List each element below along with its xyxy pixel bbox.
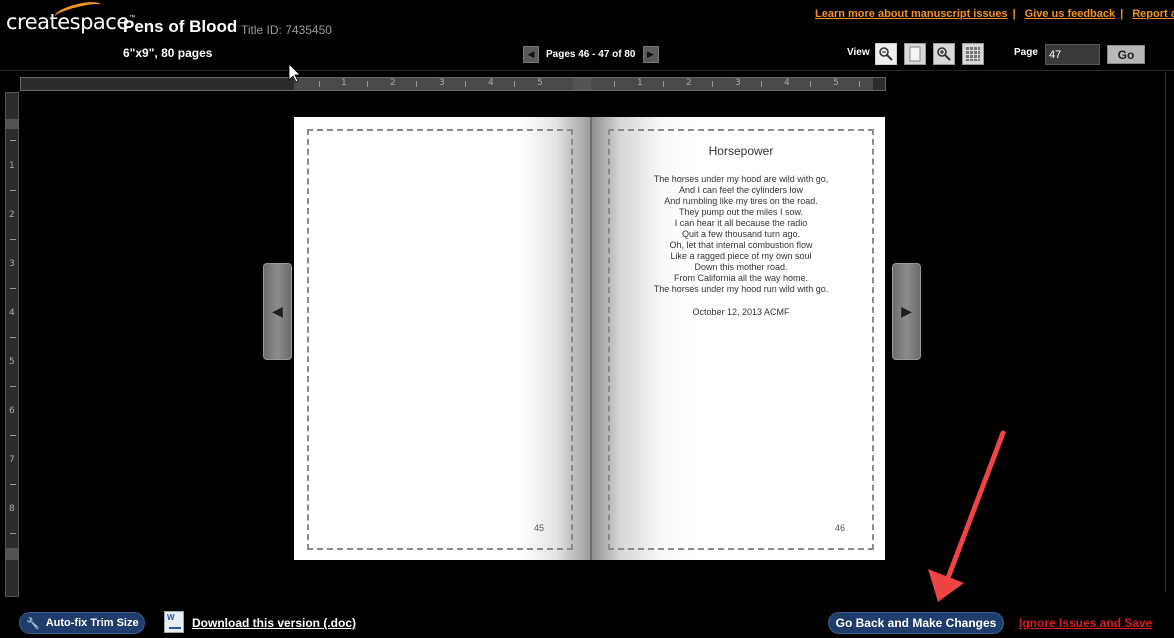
zoom-in-icon bbox=[937, 47, 951, 61]
poem-line: From California all the way home. bbox=[673, 273, 809, 283]
wrench-icon: 🔧 bbox=[26, 617, 40, 630]
ruler-v-num: 6 bbox=[9, 406, 15, 416]
download-doc-link[interactable]: Download this version (.doc) bbox=[192, 616, 356, 630]
ruler-v-num: 4 bbox=[9, 308, 15, 318]
book-title: Pens of Blood bbox=[123, 17, 238, 36]
ruler-h-num: 1 bbox=[637, 78, 643, 88]
go-button[interactable]: Go bbox=[1107, 45, 1145, 64]
ruler-v-num: 3 bbox=[9, 259, 15, 269]
prev-spread-button[interactable]: ◀ bbox=[523, 45, 539, 63]
ruler-h-num: 3 bbox=[439, 78, 445, 88]
ruler-h-num: 1 bbox=[341, 78, 347, 88]
poem-line: They pump out the miles I sow. bbox=[678, 207, 804, 217]
trim-info: 6"x9", 80 pages bbox=[123, 46, 213, 60]
poem-line: I can hear it all because the radio bbox=[674, 218, 808, 228]
right-page-number: 46 bbox=[835, 523, 846, 533]
top-links: Learn more about manuscript issues | Give … bbox=[815, 8, 1174, 20]
word-doc-icon: W bbox=[164, 611, 184, 633]
auto-fix-trim-button[interactable]: 🔧 Auto-fix Trim Size bbox=[19, 612, 145, 634]
poem-line: Oh, let that internal combustion flow bbox=[669, 240, 813, 250]
page-navigator: ◀ Pages 46 - 47 of 80 ▶ bbox=[523, 45, 659, 63]
report-link[interactable]: Report a bbox=[1132, 8, 1174, 20]
triangle-right-icon: ▶ bbox=[901, 303, 912, 319]
zoom-in-button[interactable] bbox=[933, 43, 955, 65]
ruler-h-num: 2 bbox=[390, 78, 396, 88]
poem-title: Horsepower bbox=[708, 144, 774, 158]
prev-page-flip-button[interactable]: ◀ bbox=[263, 263, 292, 360]
ruler-v-num: 7 bbox=[9, 455, 15, 465]
page-label: Page bbox=[1014, 47, 1038, 58]
ruler-v-num: 2 bbox=[9, 210, 15, 220]
auto-fix-label: Auto-fix Trim Size bbox=[45, 617, 139, 629]
ruler-h-num: 4 bbox=[784, 78, 790, 88]
go-back-button[interactable]: Go Back and Make Changes bbox=[828, 612, 1004, 634]
ruler-margin-right bbox=[873, 78, 885, 90]
ruler-v-num: 8 bbox=[9, 504, 15, 514]
ruler-v-num: 1 bbox=[9, 161, 15, 171]
poem-line: Down this mother road. bbox=[694, 262, 788, 272]
poem-date: October 12, 2013 ACMF bbox=[692, 307, 790, 317]
view-label: View bbox=[847, 47, 870, 58]
single-page-icon bbox=[909, 46, 921, 62]
left-page-margin-guide bbox=[307, 129, 573, 550]
ruler-margin-left bbox=[21, 78, 294, 90]
pager-text: Pages 46 - 47 of 80 bbox=[546, 48, 636, 60]
next-spread-button[interactable]: ▶ bbox=[642, 45, 659, 63]
vertical-ruler: 1 2 3 4 5 6 7 8 bbox=[5, 92, 19, 597]
side-panel-edge bbox=[1165, 72, 1174, 592]
ruler-v-num: 5 bbox=[9, 357, 15, 367]
triangle-left-icon: ◀ bbox=[272, 303, 283, 319]
ruler-gutter bbox=[573, 78, 591, 90]
left-page-number: 45 bbox=[534, 523, 545, 533]
chevron-left-icon: ◀ bbox=[527, 48, 535, 59]
header-divider bbox=[0, 70, 1174, 71]
ruler-h-num: 5 bbox=[833, 78, 839, 88]
poem-body: The horses under my hood are wild with g… bbox=[610, 174, 872, 295]
zoom-fit-icon bbox=[879, 47, 893, 61]
horizontal-ruler: 1 2 3 4 5 1 2 3 4 5 bbox=[20, 77, 886, 91]
page-number-input[interactable] bbox=[1045, 44, 1100, 65]
next-page-flip-button[interactable]: ▶ bbox=[892, 263, 921, 360]
poem-line: And rumbling like my tires on the road. bbox=[664, 196, 818, 206]
feedback-link[interactable]: Give us feedback bbox=[1025, 8, 1116, 20]
poem-line: The horses under my hood are wild with g… bbox=[653, 174, 829, 184]
single-page-button[interactable] bbox=[904, 43, 926, 65]
book-gutter bbox=[590, 117, 592, 560]
title-id: Title ID: 7435450 bbox=[241, 23, 332, 37]
ruler-h-num: 3 bbox=[735, 78, 741, 88]
poem-line: Like a ragged piece of my own soul bbox=[670, 251, 812, 261]
ruler-h-num: 4 bbox=[488, 78, 494, 88]
ruler-h-num: 2 bbox=[686, 78, 692, 88]
ruler-h-num: 5 bbox=[537, 78, 543, 88]
grid-view-icon bbox=[966, 47, 980, 61]
poem-line: The horses under my hood run wild with g… bbox=[653, 284, 829, 294]
grid-view-button[interactable] bbox=[962, 43, 984, 65]
poem-line: And I can feel the cylinders low bbox=[678, 185, 804, 195]
ignore-issues-link[interactable]: Ignore Issues and Save bbox=[1019, 616, 1152, 630]
zoom-fit-button[interactable] bbox=[875, 43, 897, 65]
poem-line: Quit a few thousand turn ago. bbox=[681, 229, 801, 239]
chevron-right-icon: ▶ bbox=[647, 48, 654, 59]
learn-more-link[interactable]: Learn more about manuscript issues bbox=[815, 8, 1008, 20]
